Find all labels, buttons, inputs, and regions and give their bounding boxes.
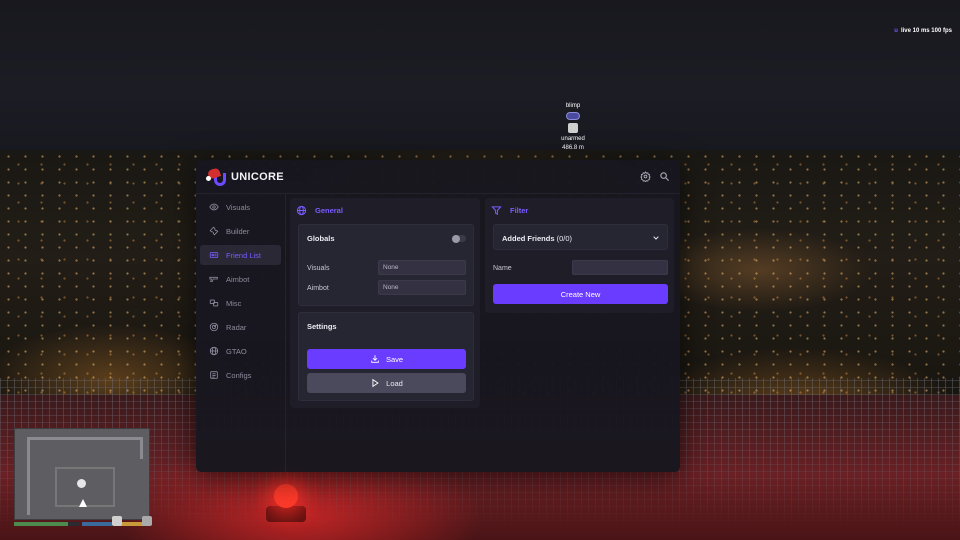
player-arrow-icon bbox=[79, 499, 87, 507]
sidebar-item-friend-list[interactable]: Friend List bbox=[200, 245, 281, 265]
sidebar-item-configs[interactable]: Configs bbox=[200, 365, 281, 385]
sidebar-item-builder[interactable]: Builder bbox=[200, 221, 281, 241]
minimap-blip-icon bbox=[77, 479, 86, 488]
minimap bbox=[14, 428, 150, 520]
visuals-select[interactable]: None bbox=[378, 260, 466, 275]
sidebar-item-label: Friend List bbox=[226, 250, 262, 260]
globe-icon bbox=[296, 205, 307, 215]
armor-bar-fill bbox=[82, 522, 112, 526]
added-friends-text: Added Friends bbox=[502, 234, 555, 243]
added-friends-label: Added Friends (0/0) bbox=[502, 234, 572, 243]
settings-button[interactable] bbox=[639, 170, 652, 183]
filter-panel: Filter Added Friends (0/0) Name Create N… bbox=[485, 198, 674, 313]
create-new-label: Create New bbox=[560, 289, 601, 299]
settings-title: Settings bbox=[307, 322, 337, 331]
create-new-button[interactable]: Create New bbox=[493, 284, 668, 304]
download-icon bbox=[371, 355, 379, 363]
menu-header: UNICORE bbox=[196, 160, 680, 194]
globals-title: Globals bbox=[307, 234, 335, 243]
sidebar-item-misc[interactable]: Misc bbox=[200, 293, 281, 313]
globals-toggle[interactable] bbox=[452, 234, 466, 243]
sidebar: Visuals Builder Friend List Aimbot Misc … bbox=[196, 194, 286, 472]
sidebar-item-aimbot[interactable]: Aimbot bbox=[200, 269, 281, 289]
blimp-icon bbox=[566, 112, 580, 120]
save-label: Save bbox=[385, 354, 404, 364]
name-field-label: Name bbox=[493, 265, 512, 272]
globals-card: Globals Visuals None Aimbot None bbox=[298, 224, 474, 306]
gear-icon bbox=[640, 171, 651, 182]
aimbot-select[interactable]: None bbox=[378, 280, 466, 295]
name-input[interactable] bbox=[572, 260, 668, 275]
wrench-icon bbox=[209, 226, 219, 236]
search-icon bbox=[660, 172, 670, 182]
added-friends-count: (0/0) bbox=[556, 234, 573, 243]
aimbot-field-label: Aimbot bbox=[307, 285, 329, 292]
play-icon bbox=[372, 378, 379, 388]
settings-card: Settings Save Load bbox=[298, 312, 474, 401]
sidebar-item-label: Builder bbox=[226, 226, 250, 236]
filter-icon bbox=[491, 205, 502, 215]
cheat-menu-window: UNICORE Visuals Builder Friend List Aimb… bbox=[196, 160, 680, 472]
configs-icon bbox=[210, 371, 218, 379]
save-button[interactable]: Save bbox=[307, 349, 466, 369]
sidebar-item-label: Visuals bbox=[226, 202, 251, 212]
toggle-knob bbox=[452, 234, 460, 243]
fps-text: live 10 ms 100 fps bbox=[900, 28, 952, 34]
brand-title: UNICORE bbox=[231, 171, 284, 183]
status-bars bbox=[14, 522, 150, 526]
friends-icon bbox=[209, 252, 219, 258]
load-button[interactable]: Load bbox=[307, 373, 466, 393]
sidebar-item-label: GTAO bbox=[226, 346, 247, 356]
health-bar-fill bbox=[14, 522, 69, 526]
red-beacon-light bbox=[274, 484, 298, 508]
sidebar-item-label: Aimbot bbox=[226, 274, 250, 284]
added-friends-dropdown[interactable]: Added Friends (0/0) bbox=[493, 224, 668, 250]
general-panel: General Globals Visuals None Aimbot None… bbox=[290, 198, 480, 408]
player-weapon: unarmed bbox=[561, 136, 585, 142]
load-label: Load bbox=[386, 378, 403, 388]
general-title-text: General bbox=[315, 205, 343, 215]
search-button[interactable] bbox=[658, 170, 671, 183]
general-panel-title: General bbox=[296, 204, 343, 216]
misc-icon bbox=[209, 299, 219, 307]
player-icon bbox=[568, 123, 578, 133]
health-bar bbox=[14, 522, 80, 526]
player-name: blimp bbox=[565, 103, 581, 109]
sidebar-item-gtao[interactable]: GTAO bbox=[200, 341, 281, 361]
gun-icon bbox=[209, 276, 218, 282]
player-tag: blimp unarmed 486.8 m bbox=[545, 103, 601, 151]
globe-icon bbox=[209, 346, 219, 356]
filter-panel-title: Filter bbox=[491, 204, 528, 216]
chevron-down-icon bbox=[653, 236, 659, 240]
sidebar-item-label: Radar bbox=[226, 322, 247, 332]
ability-icon bbox=[112, 516, 122, 526]
sidebar-item-label: Configs bbox=[226, 370, 252, 380]
sidebar-item-visuals[interactable]: Visuals bbox=[200, 197, 281, 217]
eye-icon bbox=[209, 203, 219, 211]
sidebar-item-label: Misc bbox=[226, 298, 242, 308]
filter-title-text: Filter bbox=[510, 205, 529, 215]
beacon-base bbox=[266, 506, 306, 522]
sidebar-item-radar[interactable]: Radar bbox=[200, 317, 281, 337]
radar-icon bbox=[209, 322, 219, 332]
fps-prefix: u bbox=[894, 28, 898, 34]
santa-hat-ball bbox=[206, 176, 211, 181]
armor-icon bbox=[142, 516, 152, 526]
minimap-road bbox=[27, 449, 45, 515]
visuals-field-label: Visuals bbox=[307, 265, 330, 272]
armor-bar bbox=[82, 522, 115, 526]
fps-counter: u live 10 ms 100 fps bbox=[894, 28, 952, 34]
unicore-logo-icon bbox=[206, 167, 228, 187]
player-distance: 486.8 m bbox=[562, 145, 584, 151]
